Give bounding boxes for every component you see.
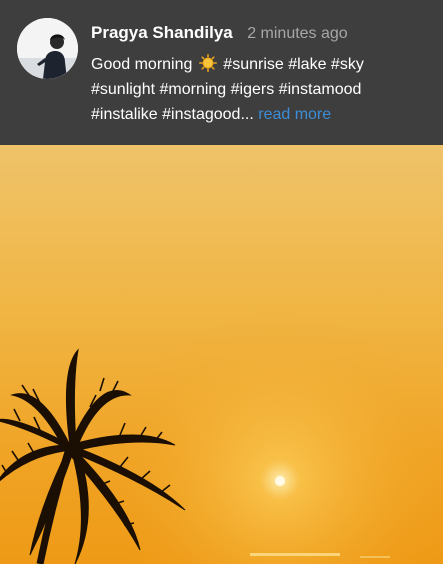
- sunrise-image: [0, 145, 443, 564]
- post-header: Pragya Shandilya 2 minutes ago Good morn…: [0, 0, 443, 145]
- author-name[interactable]: Pragya Shandilya: [91, 23, 233, 42]
- sun-emoji-icon: [198, 54, 217, 73]
- post-card: Pragya Shandilya 2 minutes ago Good morn…: [0, 0, 443, 564]
- caption-line-2: #sunlight #morning #igers #instamood: [91, 81, 362, 98]
- post-meta: Pragya Shandilya 2 minutes ago: [91, 23, 348, 45]
- avatar[interactable]: [17, 18, 78, 79]
- post-timestamp: 2 minutes ago: [247, 25, 348, 42]
- caption-hashtags-1: #sunrise #lake #sky: [223, 56, 364, 73]
- avatar-photo: [17, 18, 78, 79]
- post-photo[interactable]: [0, 145, 443, 564]
- caption-hashtags-3: #instalike #instagood...: [91, 106, 254, 123]
- caption-greeting: Good morning: [91, 56, 193, 73]
- caption-line-1: Good morning #sunrise #lake #sky: [91, 52, 426, 77]
- post-caption: Good morning #sunrise #lake #sky #sunlig…: [91, 52, 426, 127]
- sun: [275, 476, 285, 486]
- read-more-link[interactable]: read more: [258, 106, 331, 123]
- caption-line-3: #instalike #instagood... read more: [91, 102, 426, 127]
